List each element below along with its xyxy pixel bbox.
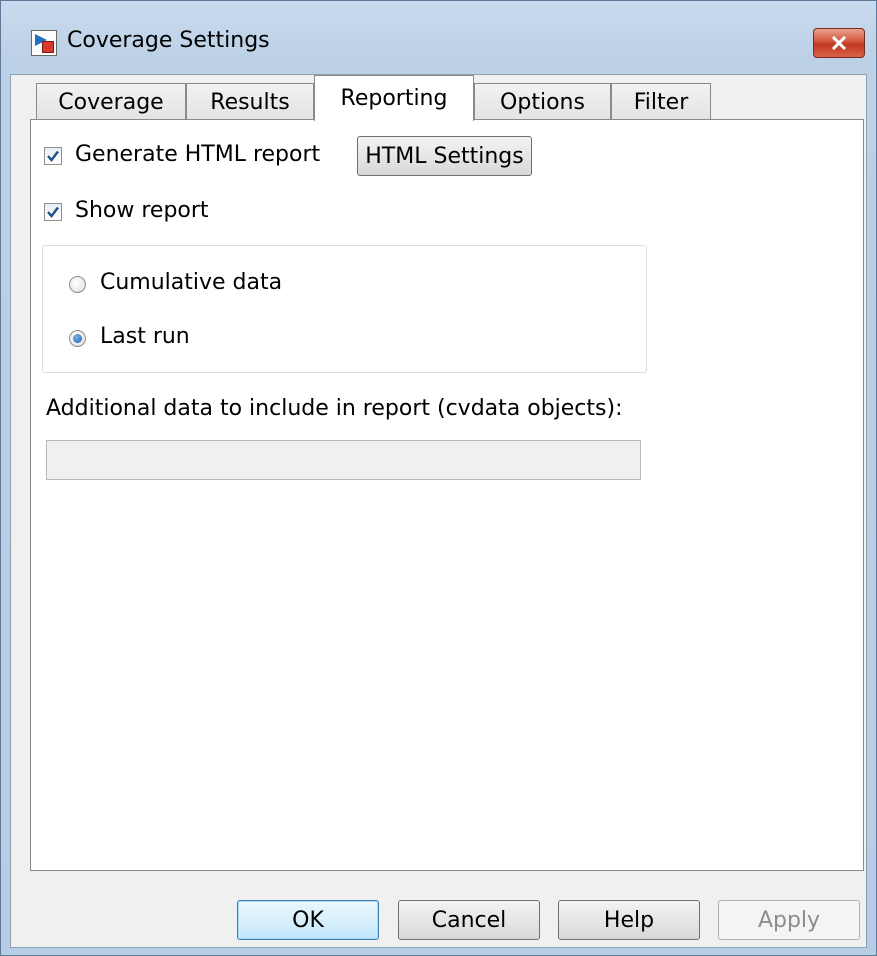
additional-data-label: Additional data to include in report (cv… — [46, 396, 623, 421]
ok-button[interactable]: OK — [237, 900, 379, 940]
tab-strip: Coverage Results Reporting Options Filte… — [11, 75, 868, 121]
cumulative-data-radio[interactable] — [69, 276, 86, 293]
dialog-client-area: Coverage Results Reporting Options Filte… — [10, 74, 867, 948]
cumulative-data-label[interactable]: Cumulative data — [100, 270, 282, 295]
show-report-checkbox[interactable] — [44, 203, 62, 221]
tab-results[interactable]: Results — [186, 83, 314, 120]
coverage-settings-window: Coverage Settings Coverage Results Repor… — [0, 0, 877, 956]
apply-button[interactable]: Apply — [718, 900, 860, 940]
last-run-radio[interactable] — [69, 330, 86, 347]
generate-html-report-label[interactable]: Generate HTML report — [75, 142, 320, 167]
last-run-label[interactable]: Last run — [100, 324, 190, 349]
data-mode-group: Cumulative data Last run — [42, 245, 647, 373]
window-title: Coverage Settings — [67, 28, 270, 53]
tab-options[interactable]: Options — [474, 83, 611, 120]
close-button[interactable] — [813, 28, 865, 58]
help-button[interactable]: Help — [558, 900, 700, 940]
cancel-button[interactable]: Cancel — [398, 900, 540, 940]
tab-reporting[interactable]: Reporting — [314, 75, 474, 121]
title-bar[interactable]: Coverage Settings — [1, 1, 876, 83]
generate-html-report-checkbox[interactable] — [44, 147, 62, 165]
show-report-label[interactable]: Show report — [75, 198, 209, 223]
html-settings-button[interactable]: HTML Settings — [357, 136, 532, 176]
close-icon — [831, 35, 847, 51]
checkmark-icon — [47, 150, 59, 162]
checkmark-icon — [47, 206, 59, 218]
reporting-panel: Generate HTML report HTML Settings Show … — [30, 119, 864, 871]
simulink-app-icon — [31, 30, 57, 56]
tab-coverage[interactable]: Coverage — [36, 83, 186, 120]
tab-filter[interactable]: Filter — [611, 83, 711, 120]
additional-data-input[interactable] — [46, 440, 641, 480]
